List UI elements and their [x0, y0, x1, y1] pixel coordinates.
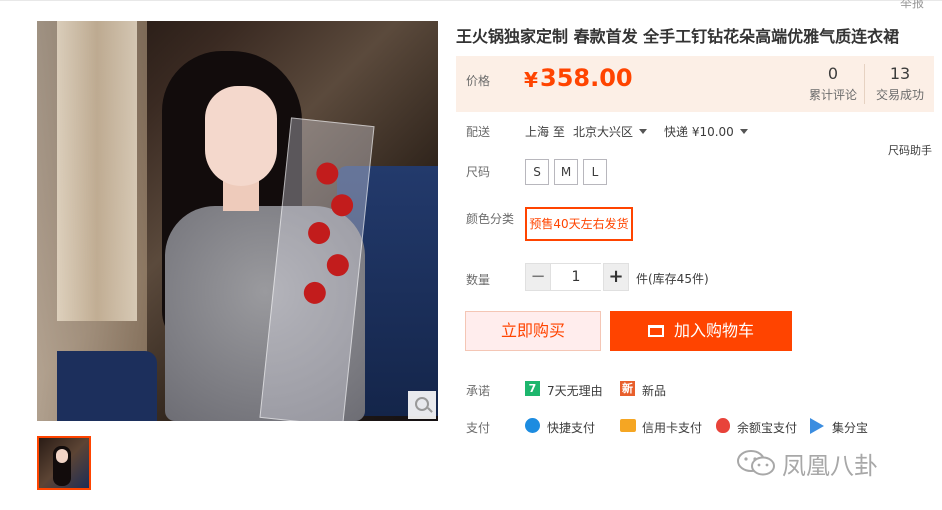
- size-option-s[interactable]: S: [525, 159, 549, 185]
- price-panel: 价格 ¥ 358.00 0 累计评论 13 交易成功: [456, 56, 934, 112]
- promise-label: 承诺: [466, 384, 491, 398]
- color-label: 颜色分类: [466, 212, 515, 226]
- chevron-down-icon: [639, 129, 648, 134]
- color-option-selected[interactable]: 预售40天左右发货: [525, 207, 633, 241]
- watermark-text: 凤凰八卦: [782, 452, 878, 480]
- quantity-input[interactable]: 1: [551, 263, 601, 291]
- cart-icon: [647, 325, 664, 337]
- size-label: 尺码: [466, 165, 491, 179]
- zoom-icon[interactable]: [408, 391, 436, 419]
- buy-now-button[interactable]: 立即购买: [465, 311, 601, 351]
- size-option-m[interactable]: M: [554, 159, 578, 185]
- payment-label: 支付: [466, 421, 491, 435]
- review-count[interactable]: 0 累计评论: [803, 64, 863, 103]
- quantity-increase-button[interactable]: +: [603, 263, 629, 291]
- jifenbao-icon: [810, 418, 824, 434]
- payment-jifenbao[interactable]: 集分宝: [832, 419, 868, 436]
- promise-seven-day-return[interactable]: 7天无理由: [547, 382, 603, 399]
- product-thumbnail[interactable]: [37, 436, 91, 490]
- payment-yuebao[interactable]: 余额宝支付: [737, 419, 797, 436]
- price-value: 358.00: [540, 64, 633, 92]
- report-link[interactable]: 举报: [900, 0, 924, 11]
- stat-divider: [864, 64, 865, 104]
- shipping-from: 上海 至: [525, 125, 565, 139]
- wechat-icon: [737, 450, 775, 476]
- yuebao-icon: [716, 418, 730, 433]
- product-main-image[interactable]: [37, 21, 438, 421]
- size-helper-link[interactable]: 尺码助手: [888, 142, 932, 158]
- payment-credit-card[interactable]: 信用卡支付: [642, 419, 702, 436]
- shipping-destination: 北京大兴区: [573, 125, 634, 139]
- size-option-l[interactable]: L: [583, 159, 607, 185]
- quick-pay-icon: [525, 418, 540, 433]
- new-product-icon: 新: [620, 381, 635, 396]
- seven-day-return-icon: 7: [525, 381, 540, 396]
- top-divider: [0, 0, 942, 1]
- photo-model-face: [205, 86, 277, 186]
- quantity-label: 数量: [466, 273, 491, 287]
- photo-rose: [302, 280, 327, 305]
- sales-count[interactable]: 13 交易成功: [870, 64, 930, 103]
- payment-quick-pay[interactable]: 快捷支付: [547, 419, 595, 436]
- promise-new-product[interactable]: 新品: [642, 382, 666, 399]
- sales-count-label: 交易成功: [875, 88, 924, 102]
- review-count-value: 0: [827, 64, 839, 83]
- photo-sofa-arm: [57, 351, 157, 421]
- chevron-down-icon: [739, 129, 748, 134]
- photo-rose: [306, 220, 332, 246]
- product-title: 王火锅独家定制 春款首发 全手工钉钻花朵高端优雅气质连衣裙: [456, 27, 900, 46]
- photo-rose: [330, 193, 355, 218]
- shipping-destination-select[interactable]: 北京大兴区: [573, 123, 648, 140]
- sales-count-value: 13: [889, 64, 911, 83]
- photo-curtain: [57, 21, 137, 321]
- stock-text: 件(库存45件): [636, 272, 709, 286]
- add-to-cart-button[interactable]: 加入购物车: [610, 311, 792, 351]
- photo-rose: [315, 161, 340, 186]
- shipping-method-select[interactable]: 快递 ¥10.00: [664, 123, 748, 140]
- currency-symbol: ¥: [524, 68, 538, 92]
- credit-card-icon: [620, 419, 636, 432]
- shipping-label: 配送: [466, 125, 491, 139]
- add-to-cart-label: 加入购物车: [673, 321, 754, 340]
- review-count-label: 累计评论: [808, 88, 857, 102]
- quantity-decrease-button[interactable]: −: [525, 263, 551, 291]
- photo-rose: [325, 253, 350, 278]
- thumb-face: [56, 449, 68, 463]
- shipping-method: 快递 ¥10.00: [664, 125, 734, 139]
- price-label: 价格: [466, 74, 491, 88]
